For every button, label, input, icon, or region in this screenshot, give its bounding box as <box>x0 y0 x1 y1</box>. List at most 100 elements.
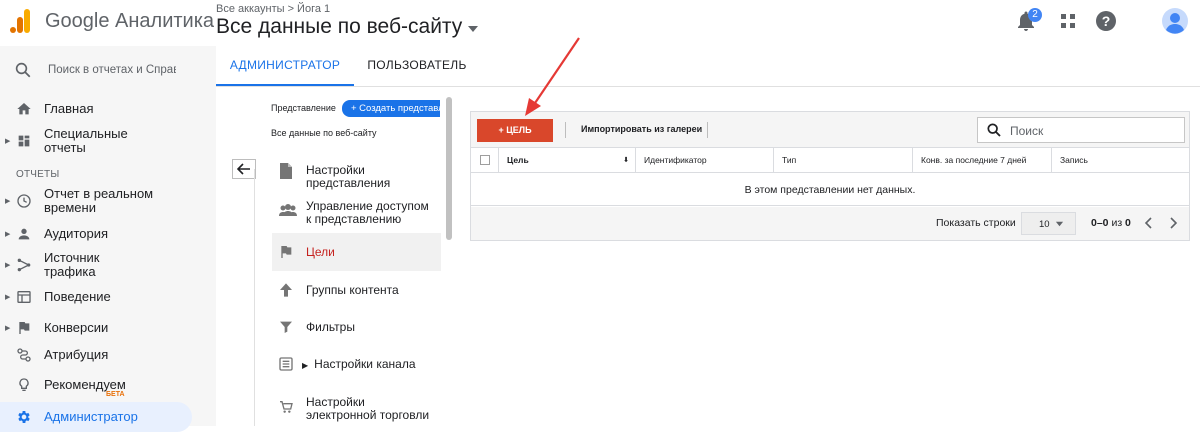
create-view-button[interactable]: + Создать представление <box>342 100 440 117</box>
menu-item-label: Фильтры <box>306 320 355 334</box>
select-all-checkbox-cell <box>471 148 499 173</box>
annotation-arrow-icon <box>515 36 585 118</box>
select-all-checkbox[interactable] <box>480 155 490 165</box>
import-from-gallery-button[interactable]: Импортировать из галереи <box>581 124 702 134</box>
tab-user[interactable]: ПОЛЬЗОВАТЕЛЬ <box>362 46 472 86</box>
nav-item-label: Специальные отчеты <box>44 126 128 155</box>
nav-item-label: Главная <box>44 101 94 116</box>
channel-settings-icon <box>278 356 294 372</box>
range-of: из <box>1108 217 1126 229</box>
column-header-type[interactable]: Тип <box>774 148 913 173</box>
account-avatar-icon[interactable] <box>1162 8 1188 34</box>
flag-icon <box>278 244 294 260</box>
menu-item-label: ▶ Настройки канала <box>302 358 416 372</box>
flag-icon <box>16 320 32 336</box>
content-groups-icon <box>278 282 294 298</box>
nav-item-realtime[interactable]: ▶ Отчет в реальном времени <box>0 186 192 216</box>
document-icon <box>278 162 294 180</box>
menu-goals[interactable]: Цели <box>272 233 441 271</box>
expand-arrow-icon[interactable]: ▶ <box>5 197 11 205</box>
goals-table-footer: Показать строки 10 0–0 из 0 <box>471 207 1189 240</box>
menu-view-settings[interactable]: Настройки представления <box>272 160 441 190</box>
toolbar-divider <box>565 122 566 138</box>
view-label: Представление <box>271 103 336 113</box>
current-view-name: Все данные по веб-сайту <box>216 15 463 38</box>
caret-down-icon <box>468 25 479 32</box>
expand-arrow-icon[interactable]: ▶ <box>5 261 11 269</box>
nav-item-acquisition[interactable]: ▶ Источник трафика <box>0 250 192 280</box>
nav-item-behavior[interactable]: ▶ Поведение <box>0 288 192 306</box>
acquisition-icon <box>16 257 32 273</box>
range-value: 0–0 <box>1091 217 1109 229</box>
menu-item-label: Настройки представления <box>306 163 391 190</box>
nav-item-label: Поведение <box>44 289 111 304</box>
nav-item-home[interactable]: Главная <box>0 100 192 118</box>
menu-channel-settings[interactable]: ▶ Настройки канала <box>272 355 441 373</box>
expand-arrow-icon[interactable]: ▶ <box>5 324 11 332</box>
reports-section-label: ОТЧЕТЫ <box>16 169 60 180</box>
expand-arrow-icon[interactable]: ▶ <box>5 137 11 145</box>
nav-item-admin[interactable]: Администратор <box>0 402 192 432</box>
home-icon <box>16 101 32 117</box>
goals-table-panel: + ЦЕЛЬ Импортировать из галереи Поиск Це… <box>470 111 1190 241</box>
nav-item-label: Конверсии <box>44 320 109 335</box>
filter-icon <box>278 319 294 335</box>
expand-arrow-icon[interactable]: ▶ <box>5 230 11 238</box>
expand-arrow-icon[interactable]: ▶ <box>302 361 308 370</box>
arrow-left-icon <box>237 163 251 175</box>
menu-item-label: Цели <box>306 245 335 259</box>
rows-per-page-value: 10 <box>1039 219 1050 230</box>
notification-count-badge: 2 <box>1028 8 1042 22</box>
menu-access-management[interactable]: Управление доступом к представлению <box>272 197 441 227</box>
report-search[interactable]: Поиск в отчетах и Справке <box>0 46 216 94</box>
view-switcher[interactable]: Все данные по веб-сайту <box>216 15 479 39</box>
chevron-right-icon[interactable] <box>1165 215 1181 231</box>
column-header-label: Цель <box>507 155 529 165</box>
nav-item-custom-reports[interactable]: ▶ Специальные отчеты <box>0 126 192 156</box>
nav-item-audience[interactable]: ▶ Аудитория <box>0 225 192 243</box>
menu-item-label: Группы контента <box>306 283 399 297</box>
goal-search-input[interactable]: Поиск <box>977 117 1185 143</box>
apps-grid-icon[interactable] <box>1056 9 1080 33</box>
nav-item-label: Рекомендуем <box>44 377 126 392</box>
menu-ecommerce-settings[interactable]: Настройки электронной торговли <box>272 393 441 423</box>
person-icon <box>16 226 32 242</box>
realtime-clock-icon <box>16 193 32 209</box>
column-header-recording[interactable]: Запись <box>1052 148 1189 173</box>
column-header-conversions[interactable]: Конв. за последние 7 дней <box>913 148 1052 173</box>
nav-item-label: Атрибуция <box>44 347 109 362</box>
column-header-goal[interactable]: Цель ⬇ <box>499 148 636 173</box>
search-placeholder: Поиск в отчетах и Справке <box>48 64 176 76</box>
search-icon <box>14 61 32 79</box>
account-breadcrumb[interactable]: Все аккаунты > Йога 1 <box>216 3 330 15</box>
chevron-left-icon[interactable] <box>1141 215 1157 231</box>
analytics-logo-icon[interactable] <box>10 9 30 33</box>
menu-item-label: Управление доступом к представлению <box>306 199 429 226</box>
nav-item-conversions[interactable]: ▶ Конверсии <box>0 319 192 337</box>
attribution-icon <box>16 347 32 363</box>
help-icon[interactable]: ? <box>1094 9 1118 33</box>
add-goal-button[interactable]: + ЦЕЛЬ <box>477 119 553 142</box>
range-total: 0 <box>1125 217 1131 229</box>
nav-item-label: Отчет в реальном времени <box>44 186 154 215</box>
nav-item-recommendations[interactable]: Рекомендуем <box>0 376 192 394</box>
svg-text:?: ? <box>1102 13 1111 29</box>
column-divider <box>254 169 255 426</box>
nav-item-label: Аудитория <box>44 226 109 241</box>
tab-admin[interactable]: АДМИНИСТРАТОР <box>216 46 354 86</box>
expand-arrow-icon[interactable]: ▶ <box>5 293 11 301</box>
back-button[interactable] <box>232 159 256 179</box>
menu-content-groups[interactable]: Группы контента <box>272 281 441 299</box>
column-header-id[interactable]: Идентификатор <box>636 148 774 173</box>
nav-item-attribution[interactable]: Атрибуция <box>0 346 192 364</box>
menu-filters[interactable]: Фильтры <box>272 318 441 336</box>
view-column-scrollbar[interactable] <box>446 97 452 240</box>
menu-item-text: Настройки канала <box>314 357 416 371</box>
goals-table-header: Цель ⬇ Идентификатор Тип Конв. за послед… <box>471 148 1189 173</box>
rows-per-page-label: Показать строки <box>936 217 1016 229</box>
nav-item-label: Администратор <box>44 409 138 424</box>
custom-reports-icon <box>16 133 32 149</box>
product-name: Google Аналитика <box>45 10 215 32</box>
rows-per-page-select[interactable]: 10 <box>1021 212 1076 235</box>
view-selector[interactable]: Все данные по веб-сайту <box>271 128 377 138</box>
